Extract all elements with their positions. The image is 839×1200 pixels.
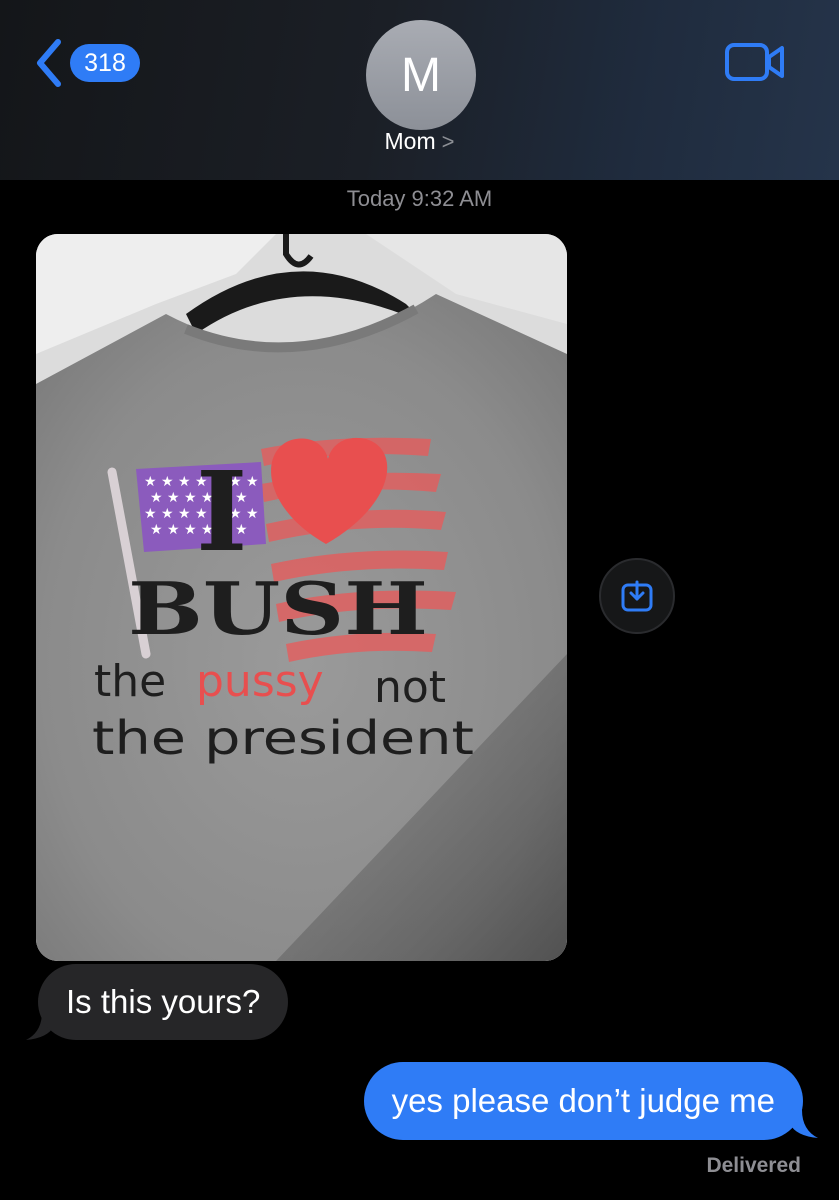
shirt-text-bush: BUSH [128,566,428,651]
delivery-status: Delivered [706,1154,801,1177]
contact-name: Mom [384,128,436,154]
contact-name-button[interactable]: Mom > [0,128,839,155]
shirt-text-the: the [94,656,166,707]
back-button[interactable]: 318 [34,38,140,88]
message-timestamp: Today 9:32 AM [346,186,493,211]
avatar-initial: M [401,48,441,102]
save-photo-button[interactable] [599,558,675,634]
photo-message[interactable]: ★ ★ ★ ★ ★ ★ ★ ★ ★ ★ ★ ★ ★ ★ ★ ★ ★ ★ ★ ★ … [36,234,567,961]
shirt-text-i: I [196,447,247,576]
avatar[interactable]: M [366,20,476,130]
download-icon [621,580,653,612]
sent-message-bubble[interactable]: yes please don’t judge me [363,1062,803,1140]
shirt-photo: ★ ★ ★ ★ ★ ★ ★ ★ ★ ★ ★ ★ ★ ★ ★ ★ ★ ★ ★ ★ … [36,234,567,961]
received-message-text: Is this yours? [66,983,261,1020]
messages-screen: 318 M Mom > Today 9:32 AM ★ ★ ★ ★ ★ ★ ★ … [0,0,839,1200]
received-message-bubble[interactable]: Is this yours? [38,964,289,1040]
video-camera-icon [725,43,784,81]
shirt-text-pussy: pussy [196,656,324,707]
unread-count-badge: 318 [70,44,140,82]
shirt-text-president: the president [92,711,474,765]
shirt-text-not: not [374,662,446,713]
chevron-right-icon: > [441,129,455,154]
video-call-button[interactable] [724,42,786,87]
conversation-header: 318 M Mom > [0,0,839,180]
sent-message-text: yes please don’t judge me [391,1082,775,1119]
chevron-left-icon [37,39,61,87]
